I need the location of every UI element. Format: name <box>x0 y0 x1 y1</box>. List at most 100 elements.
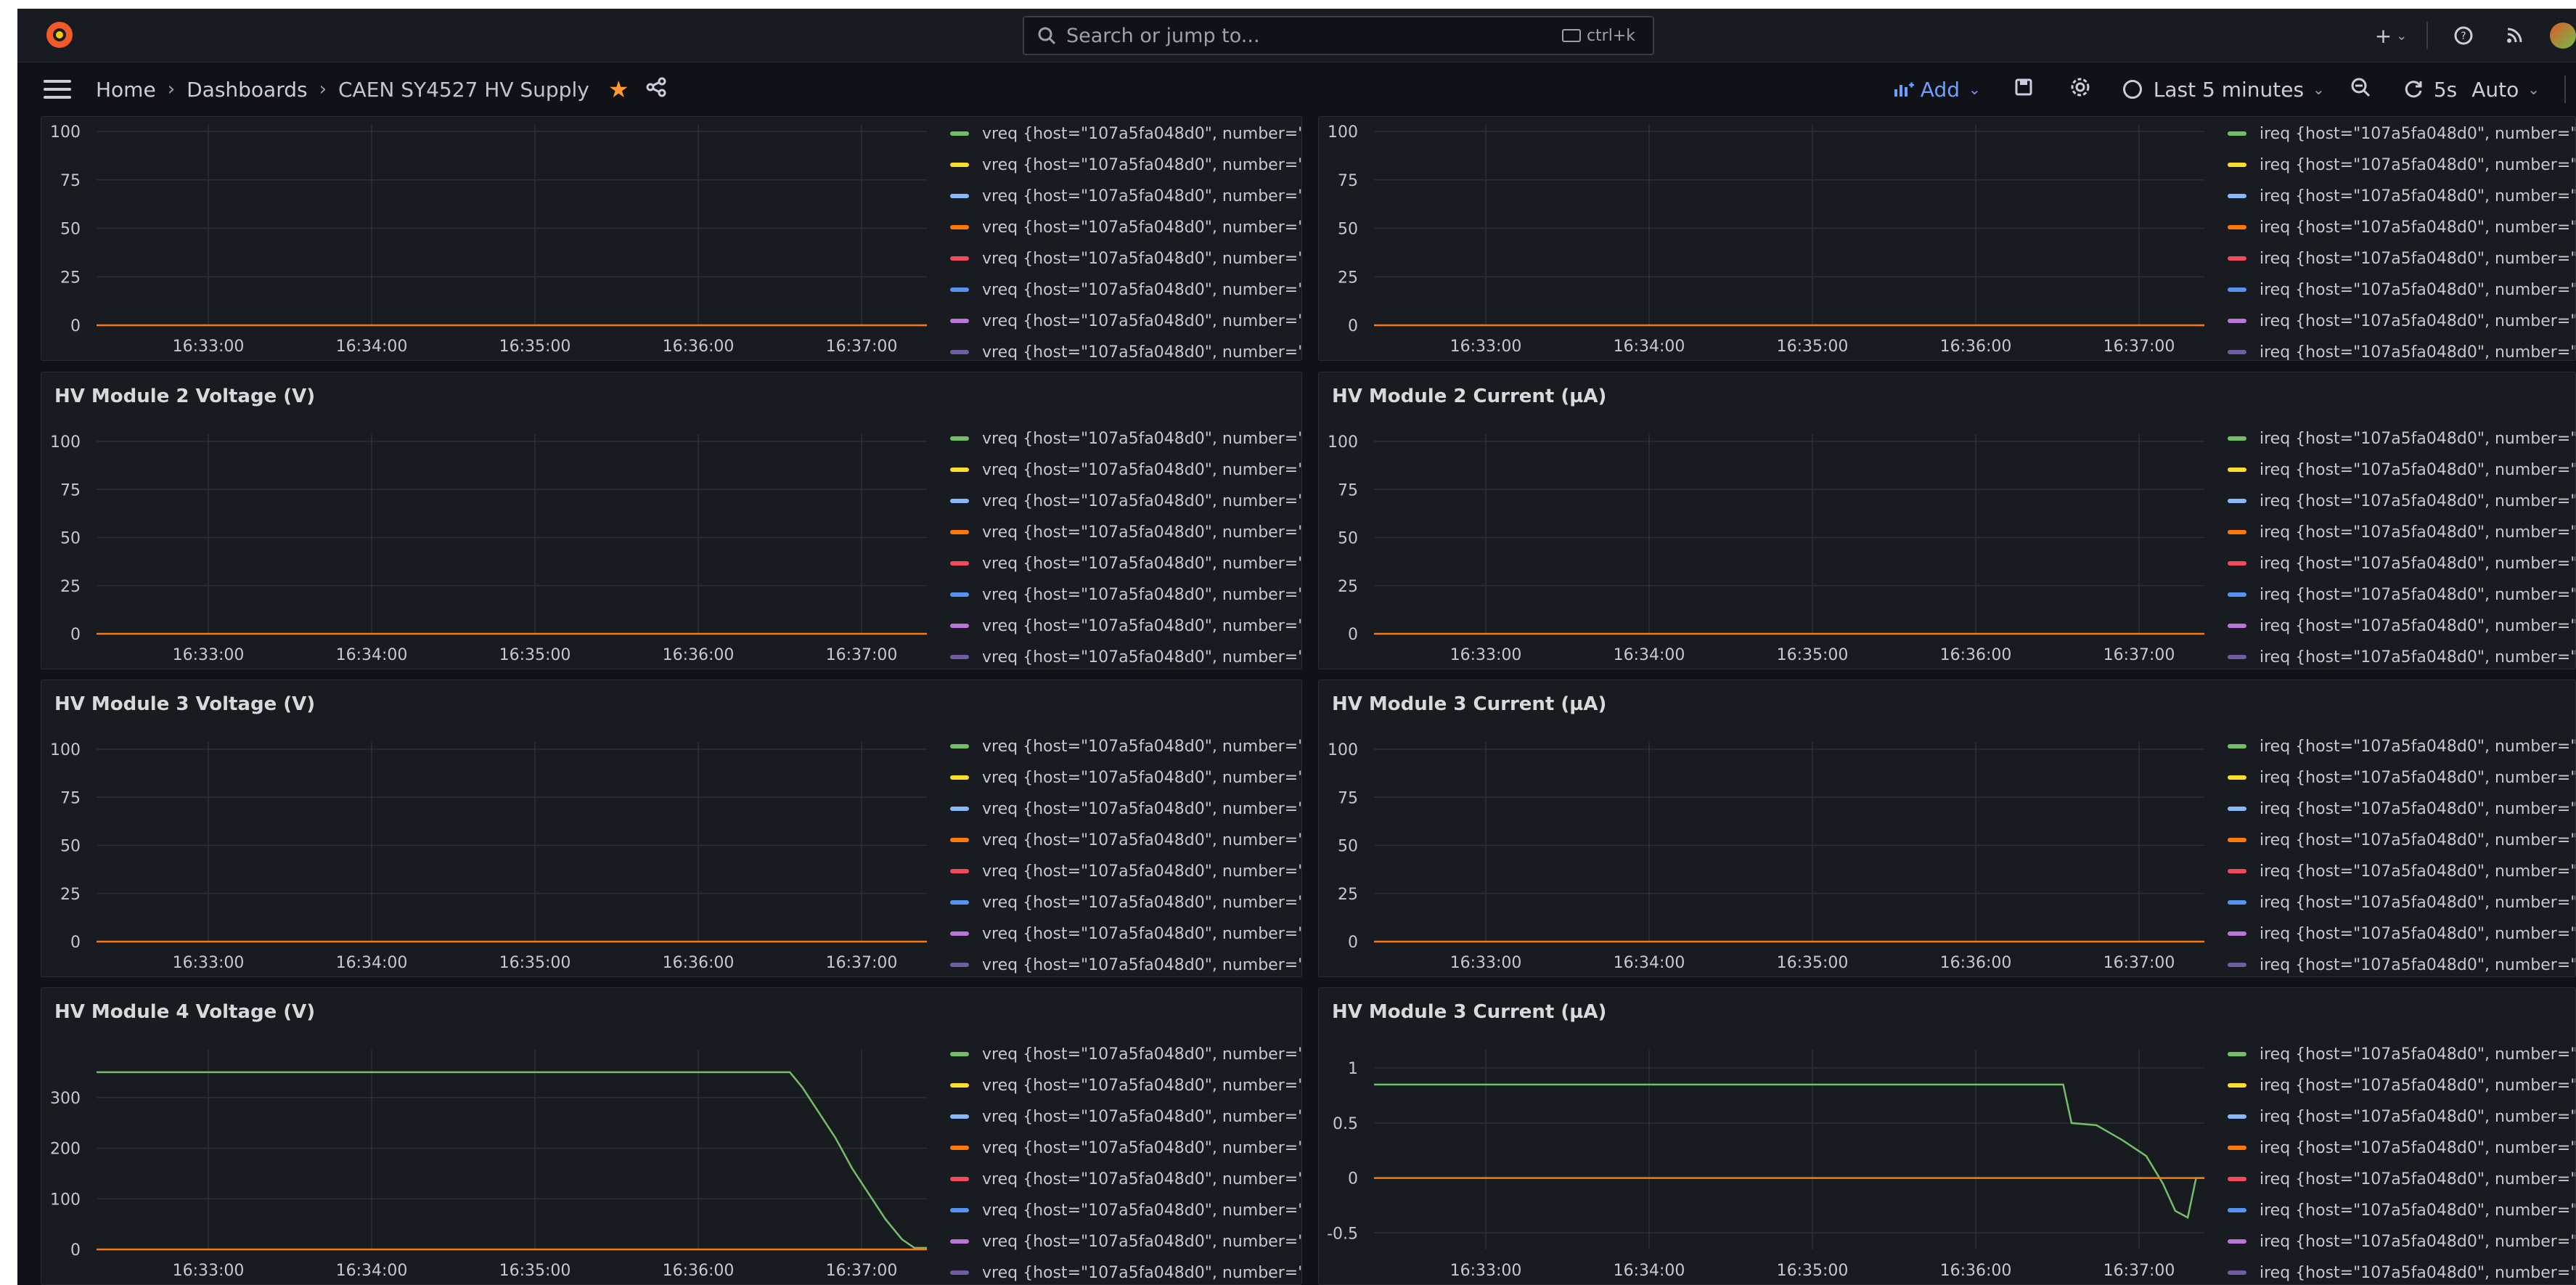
legend-item[interactable]: ireq {host="107a5fa048d0", number="10", <box>2228 185 2575 207</box>
legend-item[interactable]: ireq {host="107a5fa048d0", number="1", s <box>2228 154 2575 176</box>
legend-item[interactable]: ireq {host="107a5fa048d0", number="3", s <box>2228 584 2575 605</box>
refresh-button[interactable]: 5s <box>2403 78 2457 102</box>
legend-item[interactable]: ireq {host="107a5fa048d0", number="4", s <box>2228 1231 2575 1252</box>
gear-icon[interactable] <box>2066 77 2094 102</box>
legend-item[interactable]: vreq {host="107a5fa048d0", number="0", s <box>950 123 1301 144</box>
grafana-logo-icon[interactable] <box>44 19 75 51</box>
panel-chart-0[interactable]: 100 75 50 25 0 16:33:00 16:34:00 16:35:00 16:36:… <box>41 116 1302 361</box>
legend-item[interactable]: ireq {host="107a5fa048d0", number="5", s <box>2228 341 2575 360</box>
save-icon[interactable] <box>2010 78 2037 102</box>
legend-item[interactable]: vreq {host="107a5fa048d0", number="0", s <box>950 1043 1301 1065</box>
auto-refresh-dropdown[interactable]: Auto ⌄ <box>2471 78 2540 102</box>
legend-item[interactable]: ireq {host="107a5fa048d0", number="11", <box>2228 1137 2575 1159</box>
legend-item[interactable]: vreq {host="107a5fa048d0", number="2", s <box>950 552 1301 574</box>
legend-item[interactable]: ireq {host="107a5fa048d0", number="3", s <box>2228 892 2575 913</box>
legend-item[interactable]: vreq {host="107a5fa048d0", number="3", s <box>950 584 1301 605</box>
zoom-out-icon[interactable] <box>2347 77 2374 102</box>
legend-item[interactable]: ireq {host="107a5fa048d0", number="3", s <box>2228 1199 2575 1221</box>
legend-item[interactable]: ireq {host="107a5fa048d0", number="4", s <box>2228 615 2575 637</box>
search-input[interactable]: Search or jump to... ctrl+k <box>1023 16 1654 55</box>
y-tick-label: 0 <box>70 1241 81 1260</box>
legend-item[interactable]: ireq {host="107a5fa048d0", number="2", s <box>2228 552 2575 574</box>
legend-item[interactable]: vreq {host="107a5fa048d0", number="4", s <box>950 1231 1301 1252</box>
legend-item[interactable]: vreq {host="107a5fa048d0", number="3", s <box>950 1199 1301 1221</box>
legend-item[interactable]: vreq {host="107a5fa048d0", number="4", s <box>950 615 1301 637</box>
star-icon[interactable]: ★ <box>608 76 629 103</box>
legend-swatch <box>950 963 969 967</box>
x-tick-label: 16:34:00 <box>336 646 408 664</box>
legend-item[interactable]: vreq {host="107a5fa048d0", number="1", s <box>950 154 1301 176</box>
plus-icon[interactable]: + ⌄ <box>2374 19 2408 52</box>
panel-chart-3[interactable]: HV Module 2 Current (µA) 100 75 50 25 0 16:33:… <box>1318 372 2576 669</box>
x-tick-label: 16:35:00 <box>1777 646 1849 664</box>
legend-item[interactable]: ireq {host="107a5fa048d0", number="2", s <box>2228 1168 2575 1190</box>
add-button[interactable]: Add ⌄ <box>1893 78 1981 102</box>
legend-item[interactable]: ireq {host="107a5fa048d0", number="10", <box>2228 798 2575 820</box>
panel-chart-5[interactable]: HV Module 3 Current (µA) 100 75 50 25 0 16:33:… <box>1318 680 2576 977</box>
legend-item[interactable]: ireq {host="107a5fa048d0", number="1", s <box>2228 767 2575 788</box>
panel-chart-6[interactable]: HV Module 4 Voltage (V) 300 200 100 0 16:33:0… <box>41 987 1302 1285</box>
legend-item[interactable]: vreq {host="107a5fa048d0", number="0", s <box>950 428 1301 449</box>
y-tick-label: 50 <box>1338 530 1358 548</box>
time-range-picker[interactable]: Last 5 minutes ⌄ <box>2122 78 2325 102</box>
legend-item[interactable]: ireq {host="107a5fa048d0", number="5", s <box>2228 646 2575 668</box>
legend-item[interactable]: vreq {host="107a5fa048d0", number="4", s <box>950 310 1301 332</box>
legend-label: vreq {host="107a5fa048d0", number="3", s <box>982 1201 1301 1220</box>
rss-icon[interactable] <box>2498 19 2531 52</box>
breadcrumb-dashboards[interactable]: Dashboards <box>187 78 308 102</box>
legend-item[interactable]: ireq {host="107a5fa048d0", number="11", <box>2228 216 2575 238</box>
breadcrumb-home[interactable]: Home <box>96 78 156 102</box>
legend-item[interactable]: ireq {host="107a5fa048d0", number="4", s <box>2228 310 2575 332</box>
legend-item[interactable]: ireq {host="107a5fa048d0", number="4", s <box>2228 923 2575 945</box>
legend-item[interactable]: vreq {host="107a5fa048d0", number="11", <box>950 521 1301 543</box>
legend-swatch <box>950 1177 969 1181</box>
legend-item[interactable]: ireq {host="107a5fa048d0", number="2", s <box>2228 248 2575 269</box>
legend-item[interactable]: vreq {host="107a5fa048d0", number="4", s <box>950 923 1301 945</box>
legend-item[interactable]: ireq {host="107a5fa048d0", number="1", s <box>2228 459 2575 481</box>
legend-item[interactable]: vreq {host="107a5fa048d0", number="3", s <box>950 892 1301 913</box>
legend-item[interactable]: vreq {host="107a5fa048d0", number="11", <box>950 1137 1301 1159</box>
legend-item[interactable]: vreq {host="107a5fa048d0", number="10", <box>950 1106 1301 1127</box>
panel-chart-7[interactable]: HV Module 3 Current (µA) 1 0.5 0 -0.5 16:33:0… <box>1318 987 2576 1285</box>
share-icon[interactable] <box>645 76 667 103</box>
legend-item[interactable]: ireq {host="107a5fa048d0", number="10", <box>2228 1106 2575 1127</box>
legend-item[interactable]: vreq {host="107a5fa048d0", number="5", s <box>950 1262 1301 1284</box>
legend-item[interactable]: vreq {host="107a5fa048d0", number="3", s <box>950 279 1301 301</box>
legend-item[interactable]: vreq {host="107a5fa048d0", number="1", s <box>950 767 1301 788</box>
legend-item[interactable]: vreq {host="107a5fa048d0", number="0", s <box>950 735 1301 757</box>
legend-item[interactable]: vreq {host="107a5fa048d0", number="2", s <box>950 1168 1301 1190</box>
legend-item[interactable]: ireq {host="107a5fa048d0", number="5", s <box>2228 1262 2575 1284</box>
legend-swatch <box>2228 163 2246 167</box>
legend-item[interactable]: ireq {host="107a5fa048d0", number="0", s <box>2228 123 2575 144</box>
legend-item[interactable]: vreq {host="107a5fa048d0", number="2", s <box>950 248 1301 269</box>
legend-item[interactable]: vreq {host="107a5fa048d0", number="1", s <box>950 459 1301 481</box>
legend-item[interactable]: ireq {host="107a5fa048d0", number="0", s <box>2228 1043 2575 1065</box>
legend-item[interactable]: vreq {host="107a5fa048d0", number="5", s <box>950 341 1301 360</box>
legend-item[interactable]: ireq {host="107a5fa048d0", number="10", <box>2228 490 2575 512</box>
legend-item[interactable]: vreq {host="107a5fa048d0", number="10", <box>950 490 1301 512</box>
legend-item[interactable]: vreq {host="107a5fa048d0", number="1", s <box>950 1074 1301 1096</box>
help-icon[interactable]: ? <box>2447 19 2480 52</box>
legend-item[interactable]: vreq {host="107a5fa048d0", number="11", <box>950 216 1301 238</box>
legend-swatch <box>950 436 969 441</box>
avatar[interactable] <box>2550 23 2576 49</box>
menu-icon[interactable] <box>44 80 71 99</box>
legend-item[interactable]: vreq {host="107a5fa048d0", number="5", s <box>950 954 1301 976</box>
legend-item[interactable]: ireq {host="107a5fa048d0", number="0", s <box>2228 735 2575 757</box>
x-tick-label: 16:34:00 <box>336 1262 408 1280</box>
legend-item[interactable]: ireq {host="107a5fa048d0", number="5", s <box>2228 954 2575 976</box>
legend-item[interactable]: ireq {host="107a5fa048d0", number="3", s <box>2228 279 2575 301</box>
legend-item[interactable]: ireq {host="107a5fa048d0", number="1", s <box>2228 1074 2575 1096</box>
panel-chart-1[interactable]: 100 75 50 25 0 16:33:00 16:34:00 16:35:00 16:36:… <box>1318 116 2576 361</box>
legend-item[interactable]: vreq {host="107a5fa048d0", number="5", s <box>950 646 1301 668</box>
legend-item[interactable]: vreq {host="107a5fa048d0", number="2", s <box>950 860 1301 882</box>
legend-item[interactable]: vreq {host="107a5fa048d0", number="10", <box>950 185 1301 207</box>
legend-item[interactable]: vreq {host="107a5fa048d0", number="11", <box>950 829 1301 851</box>
panel-chart-4[interactable]: HV Module 3 Voltage (V) 100 75 50 25 0 16:33:0… <box>41 680 1302 977</box>
legend-item[interactable]: ireq {host="107a5fa048d0", number="0", s <box>2228 428 2575 449</box>
panel-chart-2[interactable]: HV Module 2 Voltage (V) 100 75 50 25 0 16:33:0… <box>41 372 1302 669</box>
legend-item[interactable]: ireq {host="107a5fa048d0", number="11", <box>2228 521 2575 543</box>
legend-item[interactable]: vreq {host="107a5fa048d0", number="10", <box>950 798 1301 820</box>
legend-item[interactable]: ireq {host="107a5fa048d0", number="11", <box>2228 829 2575 851</box>
legend-item[interactable]: ireq {host="107a5fa048d0", number="2", s <box>2228 860 2575 882</box>
